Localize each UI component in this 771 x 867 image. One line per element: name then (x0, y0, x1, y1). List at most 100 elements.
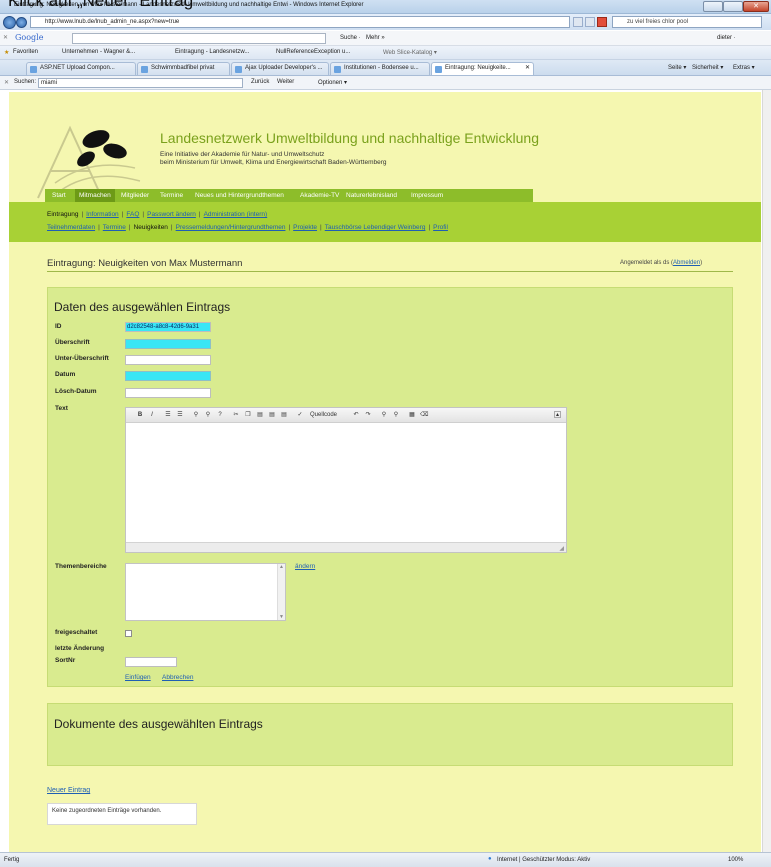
tab-close-icon[interactable]: ✕ (525, 63, 530, 74)
extras-menu[interactable]: Extras ▾ (733, 64, 755, 71)
zoom-level[interactable]: 100% (728, 857, 743, 863)
tab-2[interactable]: Schwimmbadfibel privat (137, 62, 230, 75)
url-input[interactable]: http://www.lnub.de/lnub_admin_ne.aspx?ne… (30, 16, 570, 28)
resize-grip-icon[interactable]: ◢ (559, 545, 564, 552)
favorite-item-4[interactable]: Web Slice-Katalog ▾ (383, 49, 437, 56)
nav-mitmachen[interactable]: Mitmachen (75, 189, 115, 202)
tab-3[interactable]: Ajax Uploader Developer's ... (231, 62, 329, 75)
paste-icon[interactable]: ▤ (256, 411, 264, 419)
paste-text-icon[interactable]: ▤ (268, 411, 276, 419)
tab-1[interactable]: ASP.NET Upload Compon... (26, 62, 136, 75)
subnav-information[interactable]: Information (86, 211, 119, 218)
listbox-scrollbar[interactable]: ▲ ▼ (277, 564, 285, 620)
nav-start[interactable]: Start (48, 189, 70, 202)
minimize-button[interactable] (703, 1, 723, 12)
subnav-tauschboerse[interactable]: Tauschbörse Lebendiger Weinberg (325, 224, 426, 231)
compat-view-icon[interactable] (573, 17, 583, 27)
favorite-item-2[interactable]: Eintragung - Landesnetzw... (175, 49, 249, 55)
topics-listbox[interactable]: ▲ ▼ (125, 563, 286, 621)
rich-text-editor[interactable]: B I ☰ ☰ ⚲ ⚲ ? ✂ ❐ ▤ ▤ ▤ ✓ Quellcode ↶ ↷ … (125, 407, 567, 553)
remove-format-icon[interactable]: ⌫ (420, 411, 428, 419)
toolbar-close-icon[interactable]: ✕ (3, 34, 8, 41)
browser-search-input[interactable]: zu viel freies chlor pool (612, 16, 762, 28)
nav-naturerlebnisland[interactable]: Naturerlebnisland (342, 189, 401, 202)
maximize-button[interactable] (723, 1, 743, 12)
security-menu[interactable]: Sicherheit ▾ (692, 64, 723, 71)
spellcheck-icon[interactable]: ✓ (296, 411, 304, 419)
subnav-profil[interactable]: Profil (433, 224, 448, 231)
favorites-button[interactable]: Favoriten (13, 49, 38, 55)
subnav-passwort[interactable]: Passwort ändern (147, 211, 196, 218)
nav-impressum[interactable]: Impressum (407, 189, 447, 202)
find-options-button[interactable]: Optionen ▾ (318, 79, 347, 86)
sort-input[interactable] (125, 657, 177, 667)
nav-termine[interactable]: Termine (156, 189, 187, 202)
delete-date-input[interactable] (125, 388, 211, 398)
page-menu[interactable]: Seite ▾ (668, 64, 686, 71)
redo-icon[interactable]: ↷ (364, 411, 372, 419)
scroll-up-icon[interactable]: ▲ (279, 564, 284, 570)
find-close-icon[interactable]: ✕ (4, 79, 9, 86)
google-search-input[interactable] (72, 33, 326, 44)
subnav-eintragung[interactable]: Eintragung (47, 211, 78, 218)
subnav-teilnehmerdaten[interactable]: Teilnehmerdaten (47, 224, 95, 231)
vertical-scrollbar[interactable] (762, 90, 771, 852)
favorite-item-1[interactable]: Unternehmen - Wagner &... (62, 49, 135, 55)
help-icon[interactable]: ? (216, 411, 224, 419)
collapse-toolbar-icon[interactable]: ▴ (554, 411, 561, 418)
tab-4[interactable]: Institutionen - Bodensee u... (330, 62, 430, 75)
id-field[interactable]: d2c82548-a8c8-42d6-9a31 (125, 322, 211, 332)
cut-icon[interactable]: ✂ (232, 411, 240, 419)
italic-icon[interactable]: I (148, 411, 156, 419)
new-entry-link[interactable]: Neuer Eintrag (47, 787, 90, 794)
find-input[interactable]: miami (38, 78, 243, 88)
subnav-administration[interactable]: Administration (intern) (204, 211, 268, 218)
replace-icon[interactable]: ⚲ (392, 411, 400, 419)
scroll-down-icon[interactable]: ▼ (279, 614, 284, 620)
paste-word-icon[interactable]: ▤ (280, 411, 288, 419)
nav-neues[interactable]: Neues und Hintergrundthemen (191, 189, 288, 202)
change-topics-link[interactable]: ändern (295, 563, 315, 570)
favorite-item-3[interactable]: NullReferenceException u... (276, 49, 350, 55)
subnav-faq[interactable]: FAQ (126, 211, 139, 218)
logout-link[interactable]: Abmelden (673, 260, 700, 266)
subnav-neuigkeiten[interactable]: Neuigkeiten (134, 224, 168, 231)
find-back-button[interactable]: Zurück (251, 79, 269, 85)
nav-mitglieder[interactable]: Mitglieder (117, 189, 153, 202)
google-user[interactable]: dieter · (717, 35, 736, 41)
security-zone[interactable]: Internet | Geschützter Modus: Aktiv (497, 857, 590, 863)
google-search-button[interactable]: Suche · (340, 35, 361, 41)
editor-resize-bar[interactable]: ◢ (126, 542, 566, 552)
cancel-link[interactable]: Abbrechen (162, 674, 193, 681)
link-icon[interactable]: ⚲ (192, 411, 200, 419)
select-all-icon[interactable]: ▦ (408, 411, 416, 419)
nav-akademie-tv[interactable]: Akademie-TV (296, 189, 343, 202)
forward-button[interactable] (16, 17, 27, 28)
date-input[interactable] (125, 371, 211, 381)
headline-input[interactable] (125, 339, 211, 349)
insert-link[interactable]: Einfügen (125, 674, 151, 681)
subheadline-input[interactable] (125, 355, 211, 365)
subnav-pressemeldungen[interactable]: Pressemeldungen/Hintergrundthemen (176, 224, 286, 231)
subnav-termine[interactable]: Termine (103, 224, 126, 231)
undo-icon[interactable]: ↶ (352, 411, 360, 419)
bullet-list-icon[interactable]: ☰ (176, 411, 184, 419)
tab-bar: ASP.NET Upload Compon... Schwimmbadfibel… (0, 60, 771, 76)
refresh-icon[interactable] (585, 17, 595, 27)
copy-icon[interactable]: ❐ (244, 411, 252, 419)
unlink-icon[interactable]: ⚲ (204, 411, 212, 419)
find-forward-button[interactable]: Weiter (277, 79, 294, 85)
tab-5-active[interactable]: Eintragung: Neuigkeite... ✕ (431, 62, 534, 75)
ordered-list-icon[interactable]: ☰ (164, 411, 172, 419)
subnav-projekte[interactable]: Projekte (293, 224, 317, 231)
find-icon[interactable]: ⚲ (380, 411, 388, 419)
released-checkbox[interactable] (125, 630, 132, 637)
editor-content[interactable] (126, 423, 566, 542)
source-button[interactable]: Quellcode (310, 411, 348, 419)
close-window-button[interactable]: ✕ (743, 1, 769, 12)
back-button[interactable] (3, 16, 16, 29)
google-more-button[interactable]: Mehr » (366, 35, 385, 41)
status-text: Fertig (4, 857, 20, 863)
stop-icon[interactable] (597, 17, 607, 27)
bold-icon[interactable]: B (136, 411, 144, 419)
